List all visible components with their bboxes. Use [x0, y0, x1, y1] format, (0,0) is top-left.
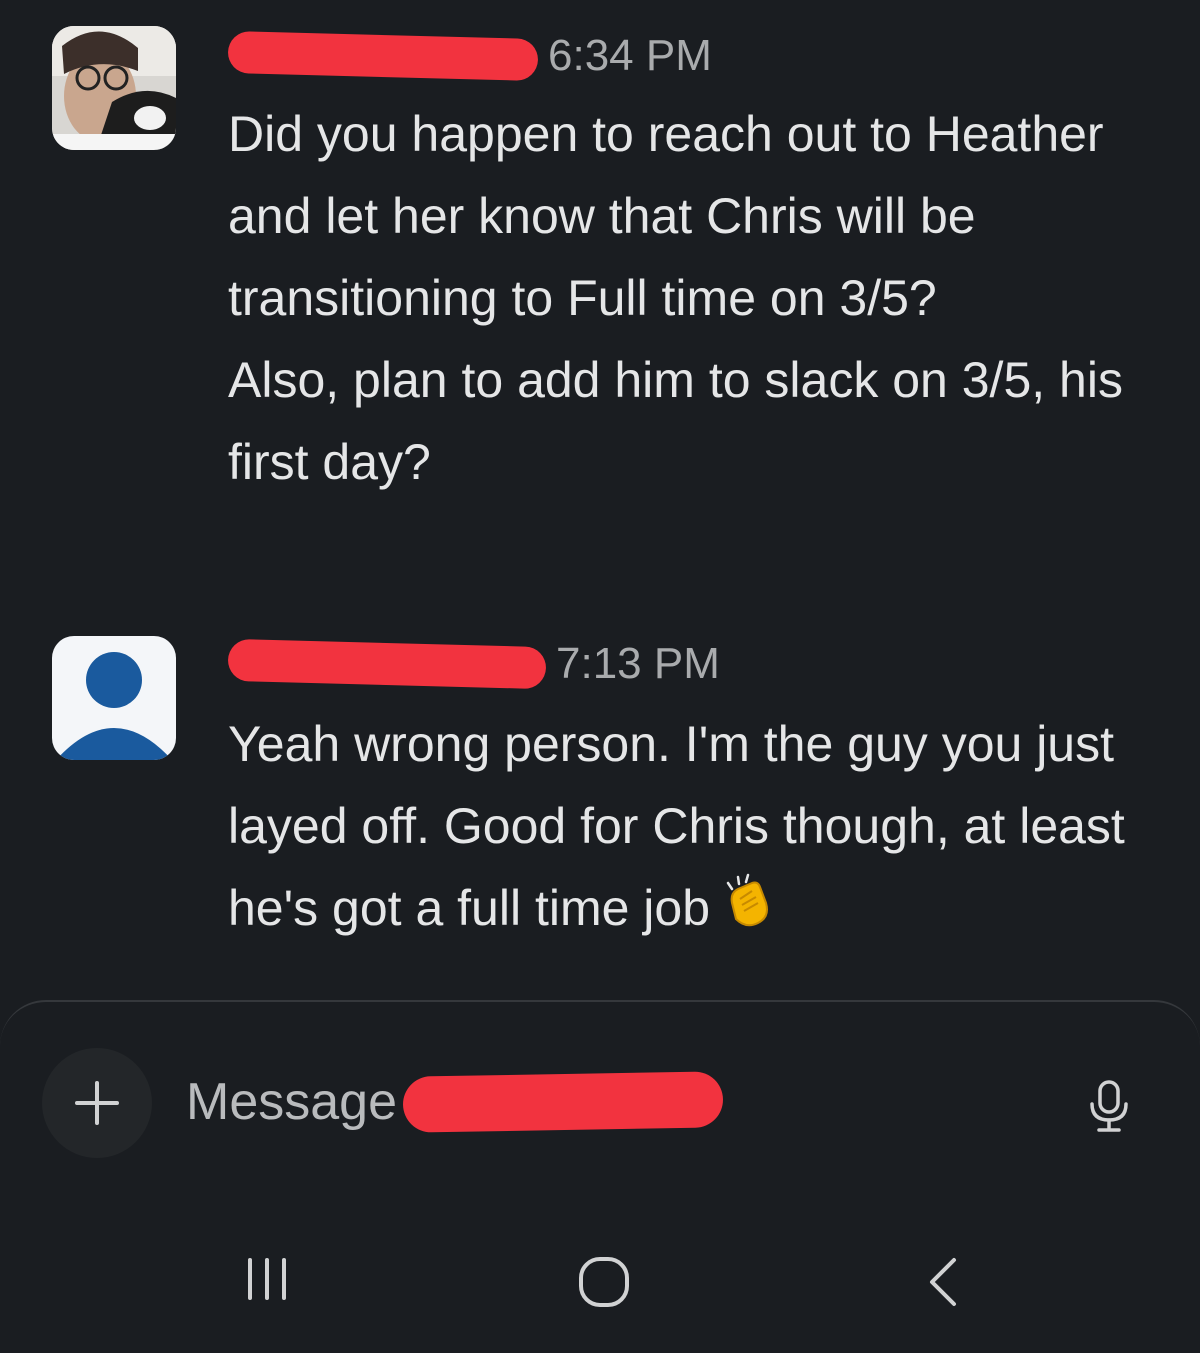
voice-message-button[interactable] — [1084, 1078, 1134, 1139]
home-icon — [579, 1257, 629, 1307]
message-header: 6:34 PM — [227, 30, 712, 82]
recent-apps-button[interactable] — [240, 1254, 296, 1309]
message-input-placeholder: Message — [186, 1073, 397, 1131]
plus-icon — [75, 1081, 119, 1125]
recent-apps-icon — [248, 1258, 286, 1300]
system-navigation-bar — [0, 1210, 1200, 1351]
message-timestamp: 6:34 PM — [548, 31, 712, 80]
channel-name-redaction — [402, 1071, 724, 1133]
home-button[interactable] — [576, 1254, 632, 1315]
message-body: Did you happen to reach out to Heather a… — [228, 93, 1148, 503]
message-timestamp: 7:13 PM — [556, 639, 720, 688]
back-chevron-icon — [930, 1258, 956, 1306]
sender-name[interactable] — [227, 638, 547, 690]
add-attachment-button[interactable] — [42, 1048, 152, 1158]
message-text: Also, plan to add him to slack on 3/5, h… — [228, 352, 1123, 490]
user-photo-avatar[interactable] — [52, 26, 176, 150]
message-input[interactable]: Message — [186, 1071, 724, 1133]
clapping-hands-icon — [718, 871, 774, 953]
back-button[interactable] — [920, 1254, 966, 1315]
sender-name[interactable] — [227, 30, 539, 82]
message-text: Did you happen to reach out to Heather a… — [228, 106, 1104, 326]
message-body: Yeah wrong person. I'm the guy you just … — [228, 703, 1148, 953]
microphone-icon — [1090, 1080, 1128, 1132]
message-header: 7:13 PM — [227, 638, 720, 690]
person-icon — [56, 652, 172, 760]
default-person-avatar[interactable] — [52, 636, 176, 760]
user-photo-image — [52, 26, 176, 150]
message-text: Yeah wrong person. I'm the guy you just … — [228, 716, 1125, 936]
